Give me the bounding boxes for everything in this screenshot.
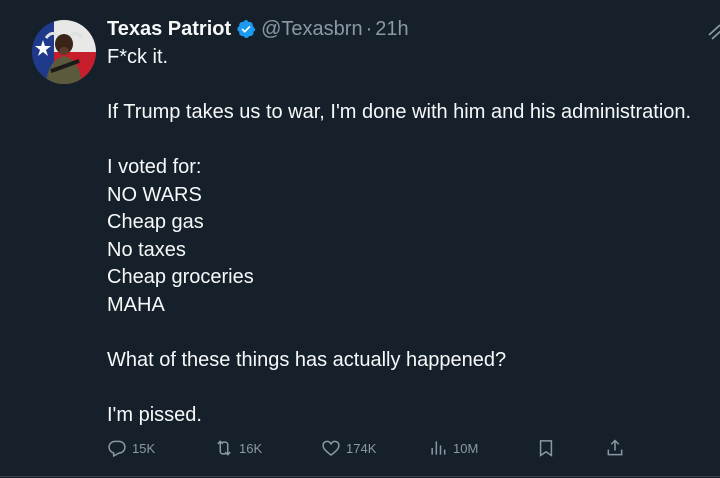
tweet-text: F*ck it. If Trump takes us to war, I'm d… [107, 44, 691, 429]
views-icon [431, 441, 446, 455]
repost-icon [217, 440, 231, 456]
reply-count: 15K [132, 440, 156, 456]
like-button[interactable]: 174K [321, 436, 376, 460]
tweet-line [107, 374, 691, 402]
bookmark-icon [539, 440, 553, 457]
verified-badge-icon [236, 19, 256, 39]
like-count: 174K [346, 440, 377, 456]
tweet-timestamp[interactable]: 21h [375, 18, 408, 41]
repost-count: 16K [239, 440, 263, 456]
tweet-header: Texas Patriot @Texasbrn · 21h [107, 16, 409, 42]
views-count: 10M [453, 440, 479, 456]
reply-button[interactable]: 15K [107, 436, 155, 460]
tweet-line: No taxes [107, 238, 186, 261]
avatar[interactable] [32, 20, 96, 84]
tweet-line [107, 72, 691, 100]
tweet[interactable]: Texas Patriot @Texasbrn · 21h F*ck it. I… [0, 0, 720, 478]
like-icon [322, 440, 340, 457]
tweet-line: If Trump takes us to war, I'm done with … [107, 101, 692, 123]
bookmark-button[interactable] [536, 436, 556, 460]
share-icon [607, 439, 623, 456]
action-bar: 15K 16K 174K 10M [107, 436, 627, 460]
tweet-line: What of these things has actually happen… [107, 348, 507, 371]
reply-icon [108, 440, 126, 458]
tweet-line: I voted for: [107, 156, 202, 178]
share-button[interactable] [605, 436, 625, 460]
repost-button[interactable]: 16K [214, 436, 262, 460]
tweet-line: Cheap groceries [107, 266, 254, 288]
tweet-line [107, 127, 691, 155]
separator-dot: · [365, 17, 373, 40]
author-handle[interactable]: @Texasbrn [261, 18, 362, 41]
tweet-line: MAHA [107, 293, 165, 316]
grok-icon[interactable] [706, 22, 720, 42]
tweet-line: NO WARS [107, 183, 202, 206]
tweet-line: Cheap gas [107, 211, 204, 233]
tweet-line: F*ck it. [107, 46, 169, 68]
views-button[interactable]: 10M [428, 436, 478, 460]
author-name[interactable]: Texas Patriot [107, 18, 231, 41]
tweet-line [107, 319, 691, 347]
tweet-line: I'm pissed. [107, 403, 202, 426]
divider [0, 476, 720, 477]
